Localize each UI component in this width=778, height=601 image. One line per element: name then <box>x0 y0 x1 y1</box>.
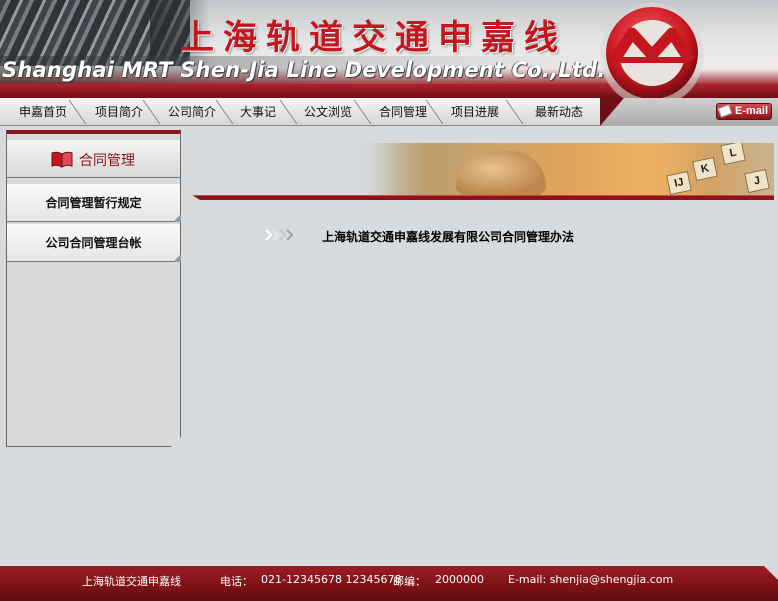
footer-postcode-label: 邮编： <box>393 575 426 588</box>
nav-item-documents[interactable]: 公文浏览 <box>304 98 352 126</box>
keyboard-key: J <box>744 168 770 194</box>
sidebar-item-contract-ledger[interactable]: 公司合同管理台帐 <box>7 224 181 262</box>
footer-postcode: 2000000 <box>435 573 484 586</box>
site-footer: 上海轨道交通申嘉线 电话： 021-12345678 12345678 邮编： … <box>0 566 778 601</box>
envelope-icon <box>717 104 733 118</box>
divider <box>192 195 774 200</box>
content-banner: IJ K L J <box>356 143 774 195</box>
footer-email[interactable]: E-mail: shenjia@shengjia.com <box>508 573 673 586</box>
site-title-cn: 上海轨道交通申嘉线 <box>180 18 567 58</box>
footer-phone: 021-12345678 12345678 <box>261 573 402 586</box>
book-icon <box>51 151 73 168</box>
nav-item-events[interactable]: 大事记 <box>240 98 276 126</box>
nav-item-contracts[interactable]: 合同管理 <box>379 98 427 126</box>
nav-item-progress[interactable]: 项目进展 <box>451 98 499 126</box>
sidebar-header: 合同管理 <box>7 140 180 178</box>
nav-item-home[interactable]: 申嘉首页 <box>19 98 67 126</box>
keyboard-key: IJ <box>666 170 692 195</box>
nav-item-company-intro[interactable]: 公司简介 <box>168 98 216 126</box>
email-button[interactable]: E-mail <box>716 103 772 120</box>
site-title-en: Shanghai MRT Shen-Jia Line Development C… <box>2 58 606 82</box>
document-link-text: 上海轨道交通申嘉线发展有限公司合同管理办法 <box>322 230 575 244</box>
keyboard-key: L <box>720 143 746 166</box>
sidebar-title: 合同管理 <box>79 153 135 169</box>
chevrons-right-icon <box>265 229 294 241</box>
nav-item-project-intro[interactable]: 项目简介 <box>95 98 143 126</box>
keyboard-key: K <box>692 156 718 182</box>
footer-company: 上海轨道交通申嘉线 <box>82 575 181 588</box>
main-nav <box>0 98 600 126</box>
sidebar: 合同管理 合同管理暂行规定 公司合同管理台帐 <box>6 130 181 447</box>
sidebar-item-contract-rules[interactable]: 合同管理暂行规定 <box>7 184 181 222</box>
footer-phone-label: 电话： <box>220 575 253 588</box>
nav-item-news[interactable]: 最新动态 <box>535 98 583 126</box>
